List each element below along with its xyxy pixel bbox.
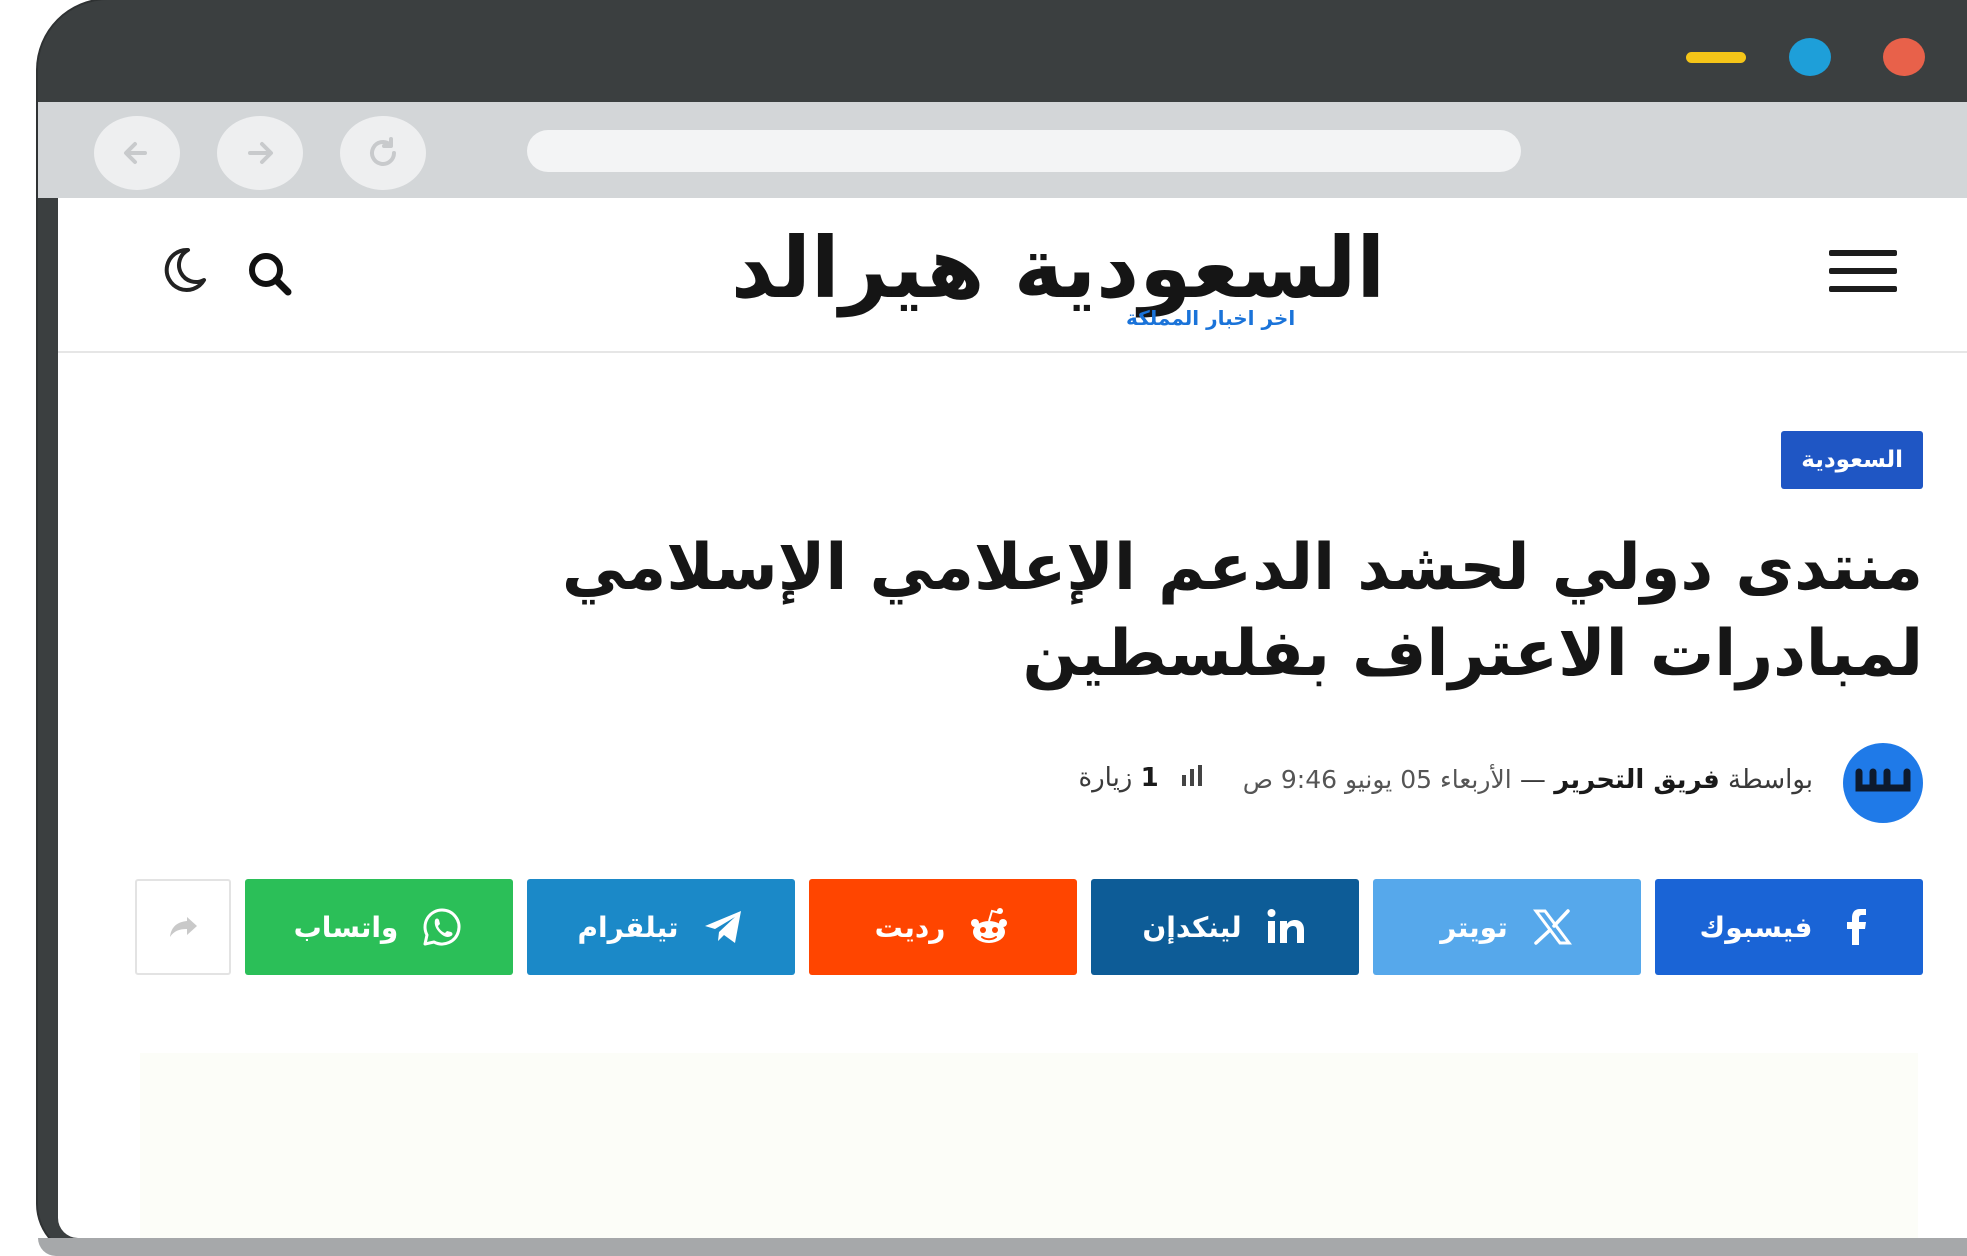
publish-date: الأربعاء 05 يونيو 9:46 ص	[1242, 765, 1512, 794]
view-count: 1 زيارة	[1078, 763, 1203, 794]
arrow-right-icon	[248, 142, 273, 164]
window-close-button[interactable]	[1883, 38, 1925, 76]
x-twitter-icon	[1532, 909, 1572, 945]
ad-placeholder	[140, 1053, 1918, 1238]
share-facebook-button[interactable]: فيسبوك	[1655, 879, 1923, 975]
view-count-label: زيارة	[1078, 763, 1133, 793]
reload-icon	[370, 137, 396, 166]
share-whatsapp-button[interactable]: واتساب	[245, 879, 513, 975]
window-maximize-button[interactable]	[1789, 38, 1831, 76]
linkedin-icon	[1267, 909, 1304, 943]
share-whatsapp-label: واتساب	[293, 910, 399, 944]
share-buttons: فيسبوك تويتر لينكدإن رديت تيلقرام واتساب	[123, 879, 1923, 975]
search-icon[interactable]	[244, 248, 296, 300]
window-titlebar	[38, 0, 1967, 102]
logo-title: السعودية هيرالد	[730, 219, 1387, 317]
share-twitter-button[interactable]: تويتر	[1373, 879, 1641, 975]
share-facebook-label: فيسبوك	[1699, 910, 1813, 944]
share-linkedin-button[interactable]: لينكدإن	[1091, 879, 1359, 975]
window-minimize-button[interactable]	[1686, 52, 1746, 63]
view-count-number: 1	[1140, 763, 1159, 793]
share-telegram-label: تيلقرام	[577, 910, 679, 944]
reload-button[interactable]	[340, 116, 426, 190]
byline: بواسطة فريق التحرير — الأربعاء 05 يونيو …	[1243, 765, 1813, 795]
back-button[interactable]	[94, 116, 180, 190]
telegram-icon	[704, 911, 741, 943]
share-arrow-icon	[170, 917, 197, 937]
article-meta: بواسطة فريق التحرير — الأربعاء 05 يونيو …	[423, 743, 1923, 823]
share-twitter-label: تويتر	[1440, 910, 1508, 944]
byline-separator: —	[1519, 765, 1546, 795]
facebook-icon	[1847, 909, 1867, 945]
hamburger-icon[interactable]	[1829, 250, 1897, 300]
avatar[interactable]	[1843, 743, 1923, 823]
byline-label: بواسطة	[1728, 765, 1813, 795]
bar-chart-icon	[1181, 763, 1203, 794]
more-share-button[interactable]	[135, 879, 231, 975]
reddit-icon	[971, 908, 1008, 943]
share-reddit-label: رديت	[874, 910, 946, 944]
site-logo[interactable]: السعودية هيرالد اخر اخبار المملكة	[708, 218, 1408, 338]
whatsapp-icon	[423, 908, 461, 946]
address-bar[interactable]	[527, 130, 1521, 172]
logo-tagline: اخر اخبار المملكة	[1126, 306, 1296, 330]
share-linkedin-label: لينكدإن	[1142, 910, 1242, 944]
category-badge[interactable]: السعودية	[1781, 431, 1923, 489]
arrow-left-icon	[124, 142, 147, 164]
article-title: منتدى دولي لحشد الدعم الإعلامي الإسلامي …	[561, 531, 1923, 691]
author-link[interactable]: فريق التحرير	[1554, 765, 1720, 795]
moon-icon[interactable]	[158, 244, 208, 296]
share-telegram-button[interactable]: تيلقرام	[527, 879, 795, 975]
window-bottom-edge	[38, 1238, 1967, 1256]
author-logo-icon	[1855, 768, 1911, 792]
site-header: السعودية هيرالد اخر اخبار المملكة	[58, 198, 1967, 353]
forward-button[interactable]	[217, 116, 303, 190]
share-reddit-button[interactable]: رديت	[809, 879, 1077, 975]
web-page: السعودية هيرالد اخر اخبار المملكة السعود…	[58, 198, 1967, 1238]
